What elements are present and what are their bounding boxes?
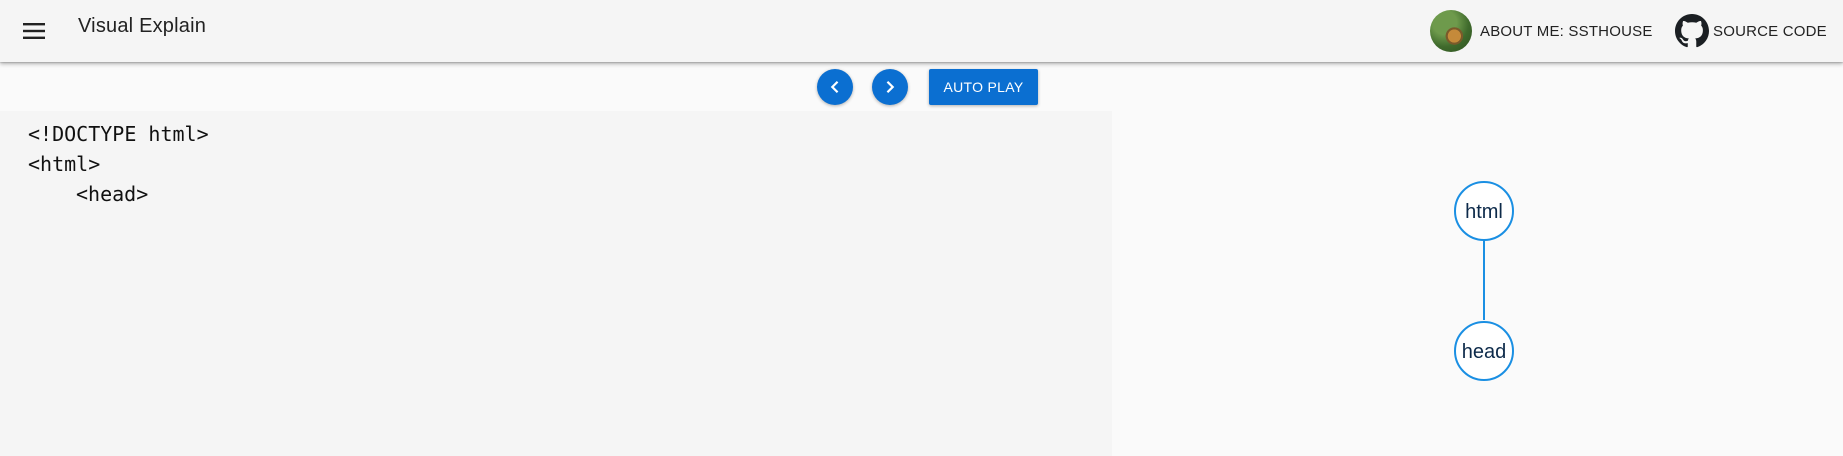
tree-node-label: html	[1465, 201, 1503, 223]
auto-play-button[interactable]: AUTO PLAY	[929, 69, 1038, 105]
playback-controls: AUTO PLAY	[0, 68, 1843, 106]
tree-node-head: head	[1454, 321, 1514, 381]
menu-button[interactable]	[14, 12, 54, 50]
source-code-label: SOURCE CODE	[1713, 22, 1827, 40]
app-title: Visual Explain	[78, 15, 207, 37]
code-line: <html>	[28, 152, 101, 176]
tree-node-html: html	[1454, 181, 1514, 241]
source-code-link[interactable]: SOURCE CODE	[1675, 11, 1827, 51]
code-panel: <!DOCTYPE html> <html> <head>	[0, 111, 1112, 456]
code-line: <!DOCTYPE html>	[28, 122, 209, 146]
avatar	[1430, 10, 1472, 52]
about-me-link[interactable]: ABOUT ME: SSTHOUSE	[1430, 9, 1653, 53]
code-line: <head>	[76, 182, 149, 206]
next-step-button[interactable]	[872, 69, 908, 105]
chevron-left-icon	[830, 80, 839, 94]
github-icon	[1675, 14, 1709, 48]
tree-node-label: head	[1462, 341, 1507, 363]
dom-tree: html head	[1454, 181, 1514, 381]
menu-icon	[23, 23, 45, 39]
dom-tree-panel: html head	[1112, 111, 1843, 456]
previous-step-button[interactable]	[817, 69, 853, 105]
chevron-right-icon	[886, 80, 895, 94]
about-me-label: ABOUT ME: SSTHOUSE	[1480, 22, 1653, 40]
app-bar: Visual Explain ABOUT ME: SSTHOUSE SOURCE…	[0, 0, 1843, 62]
